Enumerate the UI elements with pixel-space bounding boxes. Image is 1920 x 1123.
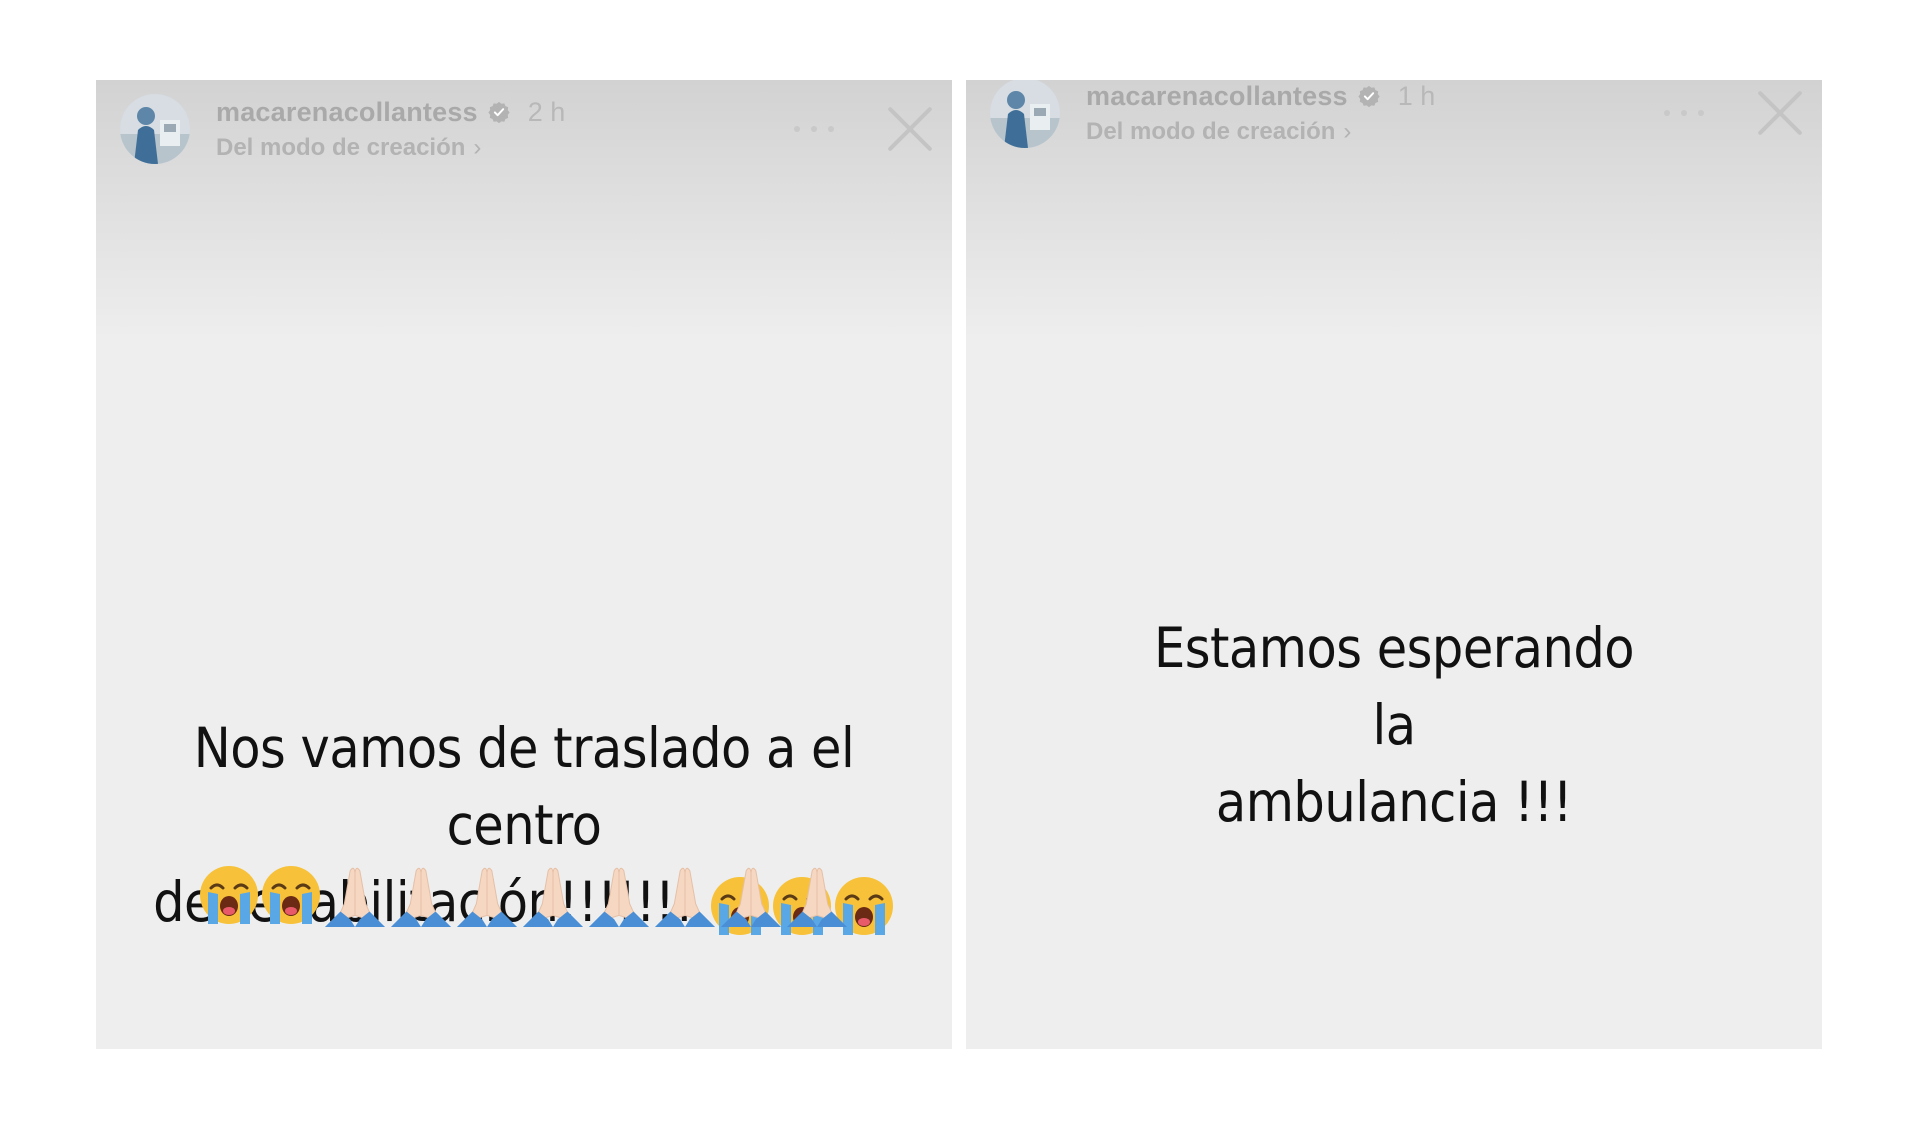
folded-hands-emoji bbox=[324, 868, 386, 928]
story-header: macarenacollantess 2 h Del modo de creac… bbox=[120, 94, 934, 164]
close-icon[interactable] bbox=[1756, 89, 1804, 137]
loudly-crying-face-emoji bbox=[198, 864, 260, 926]
avatar[interactable] bbox=[120, 94, 190, 164]
creation-mode-label: Del modo de creación bbox=[1086, 117, 1336, 145]
chevron-right-icon: › bbox=[1343, 117, 1352, 145]
story-meta: macarenacollantess 1 h Del modo de creac… bbox=[1086, 81, 1435, 146]
creation-mode-label: Del modo de creación bbox=[216, 133, 466, 161]
more-options-icon[interactable] bbox=[1664, 108, 1704, 118]
avatar[interactable] bbox=[990, 80, 1060, 148]
creation-mode-link[interactable]: Del modo de creación › bbox=[1086, 118, 1435, 146]
folded-hands-emoji bbox=[654, 868, 716, 928]
folded-hands-emoji bbox=[522, 868, 584, 928]
story-text-line: Nos vamos de traslado a el centro bbox=[193, 716, 855, 857]
story-text-line: Estamos esperando la bbox=[1153, 616, 1635, 757]
close-icon[interactable] bbox=[886, 105, 934, 153]
folded-hands-emoji bbox=[786, 868, 848, 928]
verified-badge-icon bbox=[1358, 85, 1380, 107]
story-panel-left[interactable]: macarenacollantess 2 h Del modo de creac… bbox=[96, 80, 952, 1049]
username[interactable]: macarenacollantess bbox=[216, 97, 478, 128]
emoji-row bbox=[96, 862, 952, 928]
post-time: 1 h bbox=[1397, 80, 1436, 111]
more-options-icon[interactable] bbox=[794, 124, 834, 134]
story-panel-right[interactable]: macarenacollantess 1 h Del modo de creac… bbox=[966, 80, 1822, 1049]
story-text-line: ambulancia !!! bbox=[1215, 770, 1573, 834]
folded-hands-emoji bbox=[456, 868, 518, 928]
story-meta: macarenacollantess 2 h Del modo de creac… bbox=[216, 97, 565, 162]
folded-hands-emoji bbox=[720, 868, 782, 928]
post-time: 2 h bbox=[527, 96, 566, 127]
folded-hands-emoji bbox=[390, 868, 452, 928]
username[interactable]: macarenacollantess bbox=[1086, 81, 1348, 112]
creation-mode-link[interactable]: Del modo de creación › bbox=[216, 134, 565, 162]
loudly-crying-face-emoji bbox=[260, 864, 322, 926]
story-text: Estamos esperando la ambulancia !!! bbox=[966, 610, 1822, 841]
chevron-right-icon: › bbox=[473, 133, 482, 161]
verified-badge-icon bbox=[488, 101, 510, 123]
story-header: macarenacollantess 1 h Del modo de creac… bbox=[990, 80, 1804, 148]
folded-hands-emoji bbox=[588, 868, 650, 928]
